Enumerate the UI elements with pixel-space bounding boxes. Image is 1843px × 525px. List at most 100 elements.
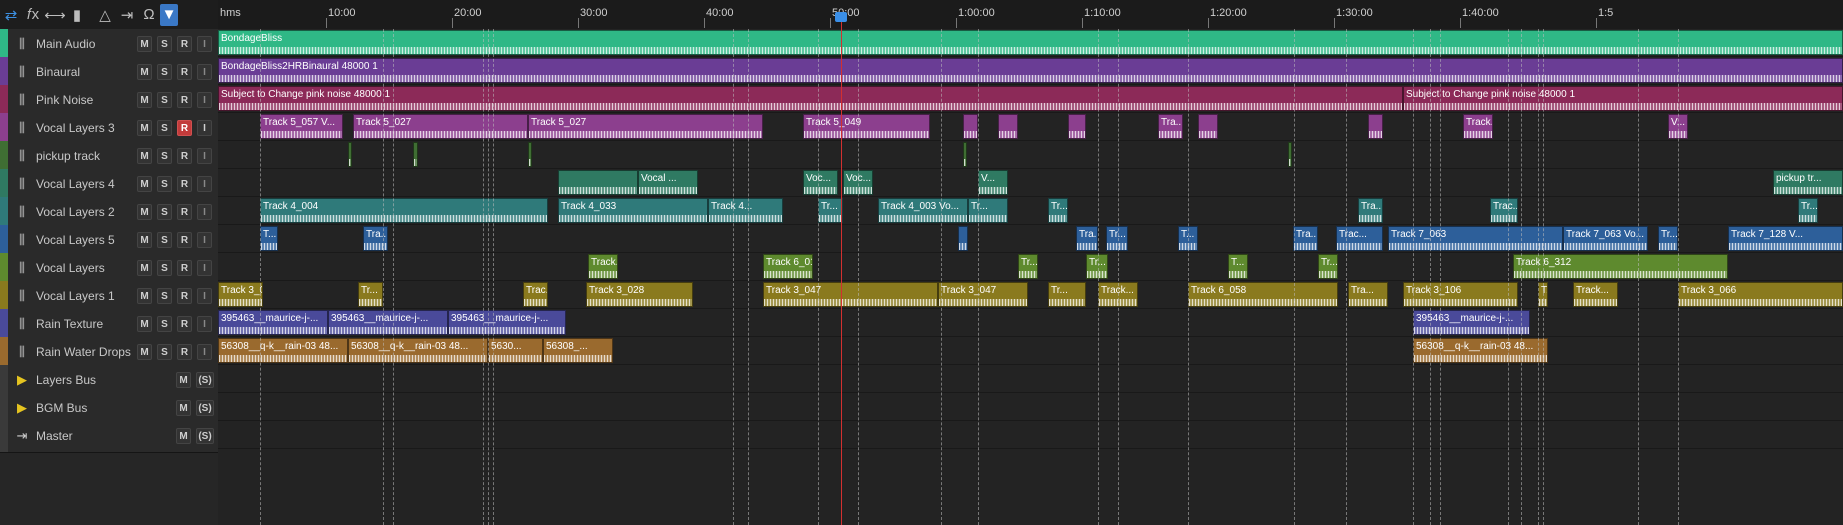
- sends-icon[interactable]: ⟷: [44, 4, 66, 26]
- record-arm-button[interactable]: R: [177, 92, 192, 108]
- audio-clip[interactable]: Track 7_128 V...: [1728, 226, 1843, 251]
- track-name[interactable]: BGM Bus: [36, 401, 87, 415]
- audio-clip[interactable]: Track 3_047: [763, 282, 938, 307]
- audio-clip[interactable]: Track 3_0...: [218, 282, 263, 307]
- audio-clip[interactable]: Trac...: [523, 282, 548, 307]
- audio-clip[interactable]: [963, 142, 967, 167]
- audio-clip[interactable]: T...: [260, 226, 278, 251]
- audio-clip[interactable]: [348, 142, 352, 167]
- audio-clip[interactable]: Tra...: [1348, 282, 1388, 307]
- mute-button[interactable]: M: [137, 92, 152, 108]
- solo-button[interactable]: (S): [196, 400, 214, 416]
- mute-button[interactable]: M: [137, 64, 152, 80]
- solo-button[interactable]: S: [157, 92, 172, 108]
- audio-clip[interactable]: BondageBliss: [218, 30, 1843, 55]
- audio-clip[interactable]: Tr...: [1318, 254, 1338, 279]
- audio-clip[interactable]: Track...: [1463, 114, 1493, 139]
- audio-clip[interactable]: Track 6_312: [1513, 254, 1728, 279]
- audio-clip[interactable]: Track 6_058: [1188, 282, 1338, 307]
- audio-clip[interactable]: Track 5_057 V...: [260, 114, 343, 139]
- track-name[interactable]: Rain Texture: [36, 317, 103, 331]
- track-name[interactable]: Vocal Layers 5: [36, 233, 115, 247]
- input-monitor-button[interactable]: I: [197, 148, 212, 164]
- audio-clip[interactable]: Tr...: [1106, 226, 1128, 251]
- audio-clip[interactable]: [558, 170, 638, 195]
- audio-clip[interactable]: Track 4_033: [558, 198, 708, 223]
- input-monitor-button[interactable]: I: [197, 92, 212, 108]
- record-arm-button[interactable]: R: [177, 64, 192, 80]
- timeline[interactable]: hms10:0020:0030:0040:0050:001:00:001:10:…: [218, 0, 1843, 525]
- record-arm-button[interactable]: R: [177, 204, 192, 220]
- audio-clip[interactable]: [413, 142, 418, 167]
- record-arm-button[interactable]: R: [177, 120, 192, 136]
- track-name[interactable]: Main Audio: [36, 37, 95, 51]
- audio-clip[interactable]: Track 4_003 Vo...: [878, 198, 968, 223]
- time-ruler[interactable]: hms10:0020:0030:0040:0050:001:00:001:10:…: [218, 0, 1843, 30]
- record-arm-button[interactable]: R: [177, 344, 192, 360]
- audio-clip[interactable]: Tra...: [1293, 226, 1318, 251]
- playhead[interactable]: [841, 12, 842, 525]
- audio-clip[interactable]: Trac...: [1336, 226, 1383, 251]
- solo-button[interactable]: S: [157, 288, 172, 304]
- track-name[interactable]: Vocal Layers: [36, 261, 105, 275]
- record-arm-button[interactable]: R: [177, 36, 192, 52]
- bars-icon[interactable]: ▮: [66, 4, 88, 26]
- audio-clip[interactable]: Tra...: [1158, 114, 1183, 139]
- audio-clip[interactable]: pickup tr...: [1773, 170, 1843, 195]
- solo-button[interactable]: S: [157, 120, 172, 136]
- audio-clip[interactable]: Track 6_016: [763, 254, 813, 279]
- track-name[interactable]: Vocal Layers 2: [36, 205, 115, 219]
- solo-button[interactable]: S: [157, 64, 172, 80]
- mute-button[interactable]: M: [137, 148, 152, 164]
- solo-button[interactable]: S: [157, 260, 172, 276]
- audio-clip[interactable]: 56308__q-k__rain-03 48...: [348, 338, 488, 363]
- mute-button[interactable]: M: [137, 316, 152, 332]
- mute-button[interactable]: M: [137, 36, 152, 52]
- audio-clip[interactable]: V...: [978, 170, 1008, 195]
- mute-button[interactable]: M: [137, 120, 152, 136]
- audio-clip[interactable]: Voc...: [803, 170, 838, 195]
- audio-clip[interactable]: [998, 114, 1018, 139]
- input-monitor-button[interactable]: I: [197, 288, 212, 304]
- audio-clip[interactable]: Tr...: [1018, 254, 1038, 279]
- mute-button[interactable]: M: [137, 204, 152, 220]
- solo-button[interactable]: S: [157, 232, 172, 248]
- audio-clip[interactable]: Track 3_047: [938, 282, 1028, 307]
- track-name[interactable]: Vocal Layers 3: [36, 121, 115, 135]
- audio-clip[interactable]: Track 7_063: [1388, 226, 1563, 251]
- track-name[interactable]: Pink Noise: [36, 93, 93, 107]
- audio-clip[interactable]: Track 3_106: [1403, 282, 1518, 307]
- audio-clip[interactable]: Track...: [588, 254, 618, 279]
- record-arm-button[interactable]: R: [177, 260, 192, 276]
- audio-clip[interactable]: Tr...: [1086, 254, 1108, 279]
- record-arm-button[interactable]: R: [177, 288, 192, 304]
- solo-button[interactable]: S: [157, 176, 172, 192]
- track-name[interactable]: Vocal Layers 4: [36, 177, 115, 191]
- audio-clip[interactable]: Tra...: [1358, 198, 1383, 223]
- input-monitor-button[interactable]: I: [197, 120, 212, 136]
- record-arm-button[interactable]: R: [177, 316, 192, 332]
- audio-clip[interactable]: Track 5_027: [528, 114, 763, 139]
- audio-clip[interactable]: Track 7_063 Vo...: [1563, 226, 1648, 251]
- mute-button[interactable]: M: [137, 344, 152, 360]
- fx-icon[interactable]: 𝑓x: [22, 4, 44, 26]
- track-name[interactable]: pickup track: [36, 149, 100, 163]
- input-monitor-button[interactable]: I: [197, 344, 212, 360]
- audio-clip[interactable]: 395463__maurice-j-...: [448, 310, 566, 335]
- audio-clip[interactable]: Track 3_028: [586, 282, 693, 307]
- record-arm-button[interactable]: R: [177, 232, 192, 248]
- audio-clip[interactable]: 395463__maurice-j-...: [218, 310, 328, 335]
- input-monitor-button[interactable]: I: [197, 64, 212, 80]
- input-monitor-button[interactable]: I: [197, 260, 212, 276]
- audio-clip[interactable]: Tra...: [363, 226, 388, 251]
- audio-clip[interactable]: T...: [1228, 254, 1248, 279]
- audio-clip[interactable]: Track 5_049: [803, 114, 930, 139]
- solo-button[interactable]: S: [157, 36, 172, 52]
- audio-clip[interactable]: Track 5_027: [353, 114, 528, 139]
- solo-button[interactable]: S: [157, 316, 172, 332]
- input-monitor-button[interactable]: I: [197, 232, 212, 248]
- mute-button[interactable]: M: [137, 260, 152, 276]
- solo-button[interactable]: S: [157, 148, 172, 164]
- record-arm-button[interactable]: R: [177, 148, 192, 164]
- track-name[interactable]: Binaural: [36, 65, 80, 79]
